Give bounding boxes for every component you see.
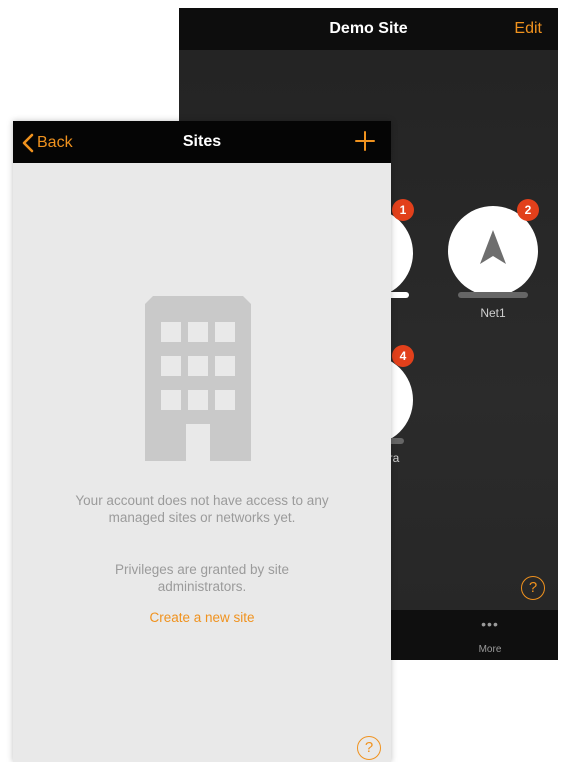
create-site-link[interactable]: Create a new site (13, 610, 391, 625)
help-icon[interactable]: ? (521, 576, 545, 600)
plus-icon (355, 131, 375, 151)
tab-more-label: More (478, 644, 502, 655)
demo-site-title: Demo Site (329, 20, 408, 37)
demo-site-nav-bar: Demo Site Edit (179, 8, 558, 50)
sites-screen: Back Sites Your account does not have ac… (13, 121, 391, 762)
more-icon: ••• (481, 616, 499, 632)
alert-badge: 2 (517, 199, 539, 221)
alert-badge: 1 (392, 199, 414, 221)
edit-button[interactable]: Edit (514, 20, 542, 38)
add-site-button[interactable] (353, 129, 377, 153)
help-icon[interactable]: ? (357, 736, 381, 760)
screenshot-composite: Demo Site Edit 1 2 Net1 4 ra ? ••• More (0, 0, 563, 762)
sites-nav-bar: Back Sites (13, 121, 391, 163)
alert-badge: 4 (392, 345, 414, 367)
page-title: Sites (182, 133, 222, 150)
tab-more[interactable]: ••• More (460, 616, 520, 655)
building-icon (145, 296, 251, 461)
empty-state-message: Your account does not have access to any… (75, 493, 329, 525)
privileges-message: Privileges are granted by site administr… (114, 562, 290, 594)
node-status-bar (458, 292, 528, 298)
node-label-net1: Net1 (480, 306, 506, 320)
